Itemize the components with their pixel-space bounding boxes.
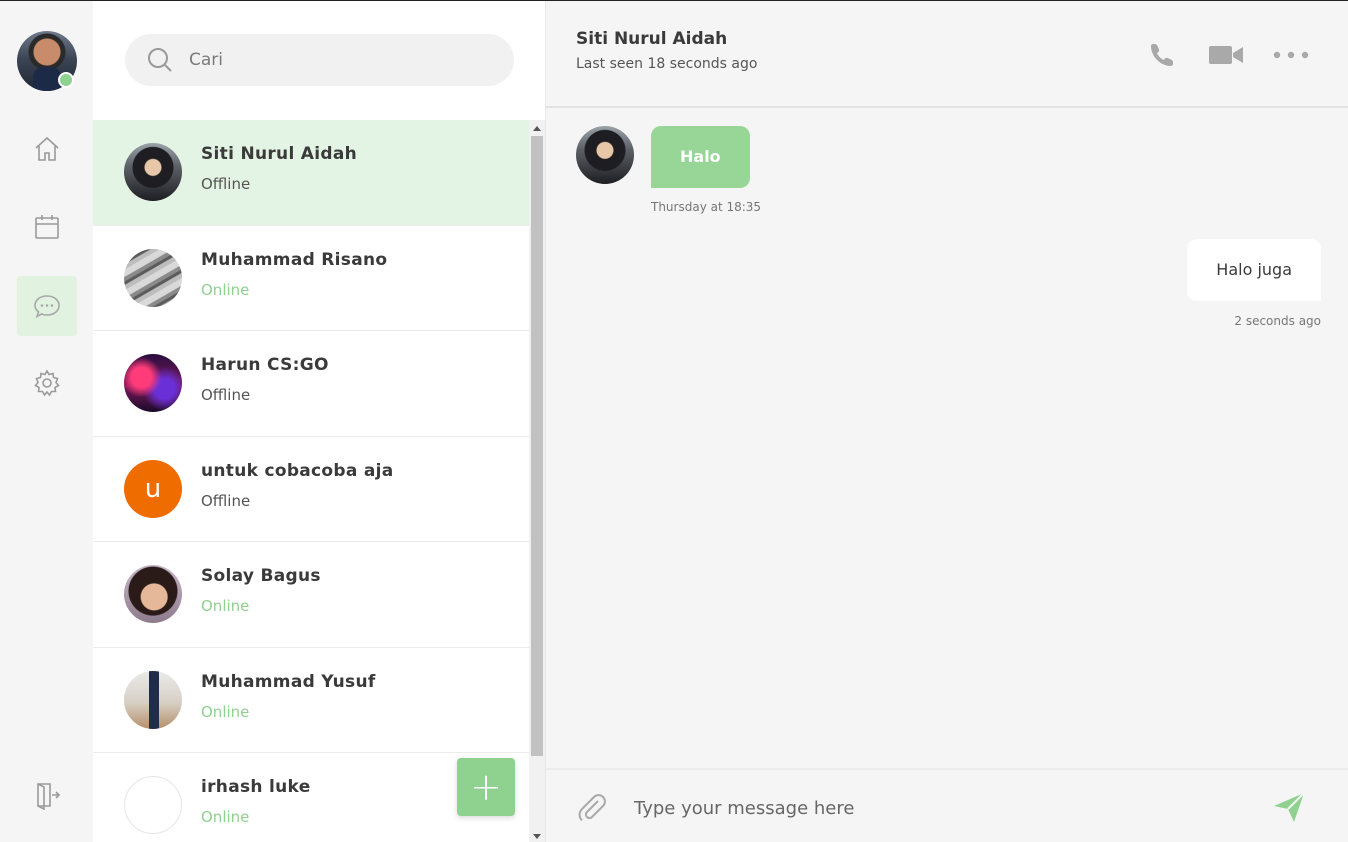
video-camera-icon: [1209, 46, 1243, 64]
contact-name: Muhammad Yusuf: [201, 671, 376, 692]
chat-title: Siti Nurul Aidah: [576, 29, 728, 49]
nav-home-button[interactable]: [17, 119, 77, 179]
contact-avatar: [124, 670, 182, 729]
more-options-button[interactable]: [1272, 37, 1310, 73]
chat-last-seen: Last seen 18 seconds ago: [576, 56, 758, 72]
contact-item[interactable]: Siti Nurul Aidah Offline: [93, 120, 529, 226]
contact-name: Muhammad Risano: [201, 249, 388, 270]
contact-status: Offline: [201, 491, 251, 510]
new-chat-button[interactable]: +: [457, 758, 515, 816]
contact-avatar: u: [124, 459, 182, 518]
contact-item[interactable]: Muhammad Yusuf Online: [93, 648, 529, 753]
message-input[interactable]: [634, 792, 1234, 824]
call-button[interactable]: [1146, 37, 1178, 73]
contact-item[interactable]: u untuk cobacoba aja Offline: [93, 437, 529, 542]
chat-icon: [34, 295, 60, 319]
outgoing-message-bubble: Halo juga: [1187, 239, 1321, 301]
search-bar[interactable]: [125, 34, 514, 86]
home-icon: [35, 136, 59, 161]
contact-item[interactable]: Harun CS:GO Offline: [93, 331, 529, 437]
incoming-message-bubble: Halo: [651, 126, 750, 188]
search-input[interactable]: [189, 50, 489, 70]
message-timestamp: 2 seconds ago: [1234, 314, 1321, 328]
gear-icon: [34, 369, 60, 397]
attach-button[interactable]: [576, 792, 608, 828]
contact-status: Online: [201, 597, 250, 615]
nav-calendar-button[interactable]: [17, 197, 77, 257]
message-composer: [546, 768, 1348, 842]
search-icon: [148, 48, 172, 72]
contact-name: irhash luke: [201, 777, 311, 797]
contact-status: Online: [201, 808, 250, 826]
message-timestamp: Thursday at 18:35: [651, 200, 762, 214]
message-list[interactable]: Halo Thursday at 18:35 Halo juga 2 secon…: [546, 110, 1348, 768]
contact-avatar: [124, 248, 182, 307]
sender-avatar: [576, 126, 634, 184]
nav-chat-button[interactable]: [17, 276, 77, 336]
contact-status: Online: [201, 280, 250, 299]
nav-rail: [0, 1, 93, 842]
contact-item[interactable]: Solay Bagus Online: [93, 542, 529, 648]
contact-name: Harun CS:GO: [201, 355, 329, 375]
nav-settings-button[interactable]: [17, 353, 77, 413]
scroll-up-arrow-icon[interactable]: [533, 126, 541, 131]
contact-name: Solay Bagus: [201, 566, 321, 586]
contact-status: Offline: [201, 386, 251, 404]
send-button[interactable]: [1270, 788, 1308, 830]
contact-name: Siti Nurul Aidah: [201, 144, 358, 164]
more-horizontal-icon: [1273, 51, 1309, 59]
contact-avatar: [124, 143, 182, 201]
contact-avatar: [124, 776, 182, 834]
contact-avatar: [124, 354, 182, 412]
contact-list[interactable]: Siti Nurul Aidah Offline Muhammad Risano…: [93, 120, 529, 842]
video-call-button[interactable]: [1206, 37, 1246, 73]
logout-icon: [37, 783, 61, 810]
chat-header: Siti Nurul Aidah Last seen 18 seconds ag…: [546, 1, 1348, 108]
scroll-down-arrow-icon[interactable]: [533, 834, 541, 839]
paperclip-icon: [578, 794, 606, 822]
contact-avatar: [124, 565, 182, 623]
contact-status: Online: [201, 702, 250, 721]
chat-panel: Siti Nurul Aidah Last seen 18 seconds ag…: [545, 1, 1348, 842]
send-icon: [1274, 792, 1305, 822]
contact-list-scrollbar[interactable]: [529, 120, 545, 842]
contact-name: untuk cobacoba aja: [201, 460, 394, 481]
calendar-icon: [35, 215, 59, 239]
phone-icon: [1151, 44, 1173, 66]
contact-status: Offline: [201, 175, 251, 193]
contact-item[interactable]: Muhammad Risano Online: [93, 226, 529, 331]
contacts-panel: Siti Nurul Aidah Offline Muhammad Risano…: [93, 1, 545, 842]
scrollbar-thumb[interactable]: [531, 136, 543, 756]
online-status-dot: [58, 72, 74, 88]
logout-button[interactable]: [17, 765, 77, 825]
